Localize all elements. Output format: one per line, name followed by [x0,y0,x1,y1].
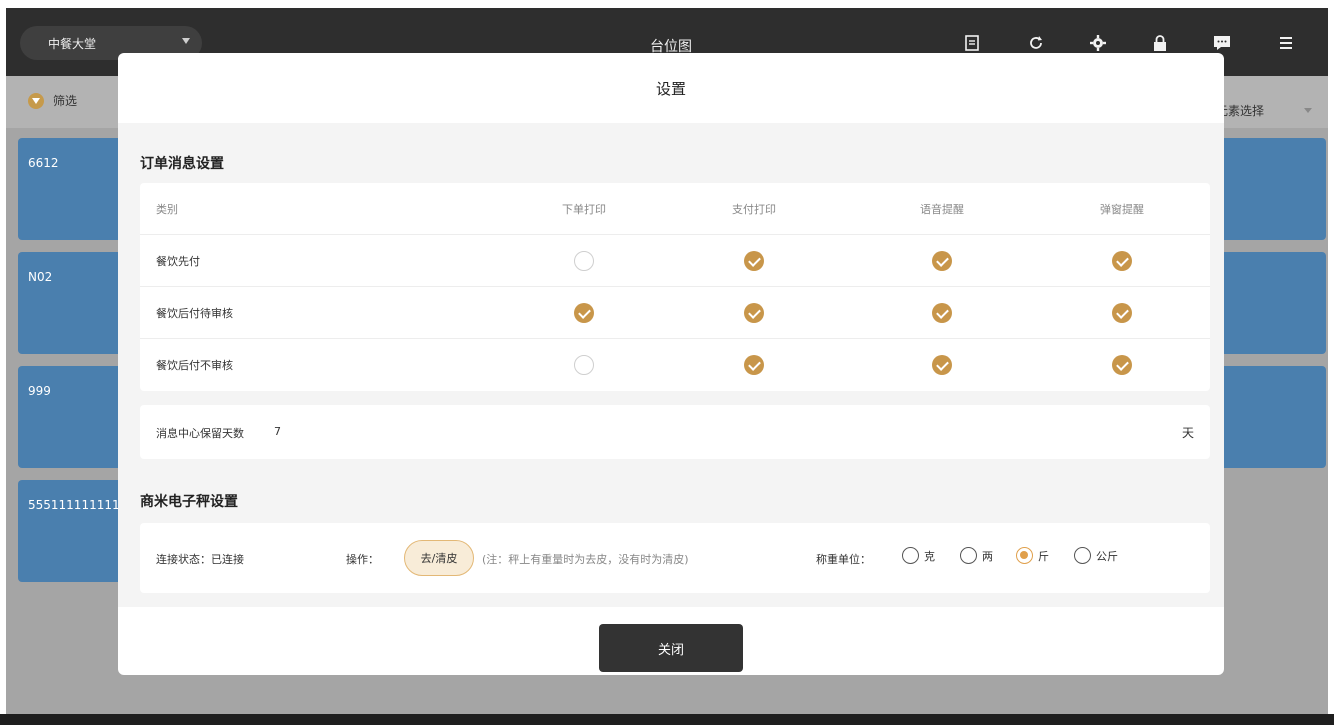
table-card[interactable]: 999 [18,366,128,468]
filter-icon [28,92,44,109]
radio-icon [902,547,919,564]
check-icon[interactable] [744,303,764,323]
radio-unit-jin[interactable]: 斤 [1016,547,1049,564]
scale-settings-panel: 连接状态：已连接 操作： 去/清皮 (注：秤上有重量时为去皮，没有时为清皮) 称… [140,523,1210,593]
message-icon[interactable] [1212,33,1232,53]
refresh-icon[interactable] [1026,33,1046,53]
tare-note: (注：秤上有重量时为去皮，没有时为清皮) [482,553,689,566]
column-header: 弹窗提醒 [1100,203,1144,216]
menu-icon[interactable] [1276,33,1296,53]
table-name: N02 [28,270,53,284]
check-icon[interactable] [744,251,764,271]
check-icon[interactable] [574,303,594,323]
lock-icon[interactable] [1150,33,1170,53]
radio-label: 公斤 [1096,549,1118,563]
radio-unit-liang[interactable]: 两 [960,547,993,564]
retention-row: 消息中心保留天数 7 天 [140,405,1210,459]
radio-icon [960,547,977,564]
column-header: 类别 [156,203,178,216]
retention-label: 消息中心保留天数 [156,427,244,440]
chevron-down-icon [182,38,190,44]
weight-unit-label: 称重单位： [816,553,871,566]
check-icon[interactable] [1112,303,1132,323]
column-header: 下单打印 [562,203,606,216]
radio-unit-kilogram[interactable]: 公斤 [1074,547,1118,564]
table-row: 餐饮后付待审核 [140,287,1210,339]
filter-button[interactable]: 筛选 [28,92,77,109]
column-header: 语音提醒 [920,203,964,216]
table-name: 6612 [28,156,59,170]
radio-unit-gram[interactable]: 克 [902,547,935,564]
checkbox-unchecked[interactable] [574,251,594,271]
gear-icon[interactable] [1088,33,1108,53]
order-settings-table: 类别 下单打印 支付打印 语音提醒 弹窗提醒 餐饮先付 餐饮后付待审核 餐饮后付… [140,183,1210,391]
table-header-row: 类别 下单打印 支付打印 语音提醒 弹窗提醒 [140,183,1210,235]
filter-label: 筛选 [53,94,78,108]
row-label: 餐饮先付 [156,255,200,268]
tare-button[interactable]: 去/清皮 [404,540,474,576]
table-card[interactable] [1206,252,1326,354]
chevron-down-icon [1304,108,1312,113]
table-card[interactable]: 5551111111111 [18,480,128,582]
bottom-strip [0,714,1334,725]
radio-icon [1074,547,1091,564]
check-icon[interactable] [932,303,952,323]
retention-unit: 天 [1181,426,1194,440]
table-card[interactable]: N02 [18,252,128,354]
check-icon[interactable] [1112,355,1132,375]
table-card[interactable] [1206,138,1326,240]
checkbox-unchecked[interactable] [574,355,594,375]
report-icon[interactable] [962,33,982,53]
retention-input[interactable]: 7 [274,425,281,438]
table-card[interactable] [1206,366,1326,468]
column-header: 支付打印 [732,203,776,216]
operation-label: 操作： [346,553,379,566]
dialog-title: 设置 [655,79,686,98]
close-button[interactable]: 关闭 [599,624,743,672]
scale-section-title: 商米电子秤设置 [140,494,238,510]
radio-label: 斤 [1038,549,1049,563]
app-frame: 中餐大堂 台位图 筛选 元素选择 6612 N02 999 5551111111… [6,8,1328,714]
order-section-title: 订单消息设置 [140,156,224,172]
table-row: 餐饮先付 [140,235,1210,287]
radio-label: 两 [982,549,993,563]
radio-selected-icon [1016,547,1033,564]
table-row: 餐饮后付不审核 [140,339,1210,391]
table-name: 5551111111111 [28,498,128,512]
check-icon[interactable] [932,355,952,375]
settings-dialog: 设置 订单消息设置 类别 下单打印 支付打印 语音提醒 弹窗提醒 餐饮先付 餐饮… [118,53,1224,675]
radio-label: 克 [924,549,935,563]
table-name: 999 [28,384,51,398]
hall-select-label: 中餐大堂 [48,36,97,51]
check-icon[interactable] [1112,251,1132,271]
check-icon[interactable] [744,355,764,375]
connection-status: 连接状态：已连接 [156,553,244,566]
row-label: 餐饮后付待审核 [156,307,233,320]
check-icon[interactable] [932,251,952,271]
row-label: 餐饮后付不审核 [156,359,233,372]
dialog-body: 订单消息设置 类别 下单打印 支付打印 语音提醒 弹窗提醒 餐饮先付 餐饮后付待… [118,123,1224,607]
table-card[interactable]: 6612 [18,138,128,240]
